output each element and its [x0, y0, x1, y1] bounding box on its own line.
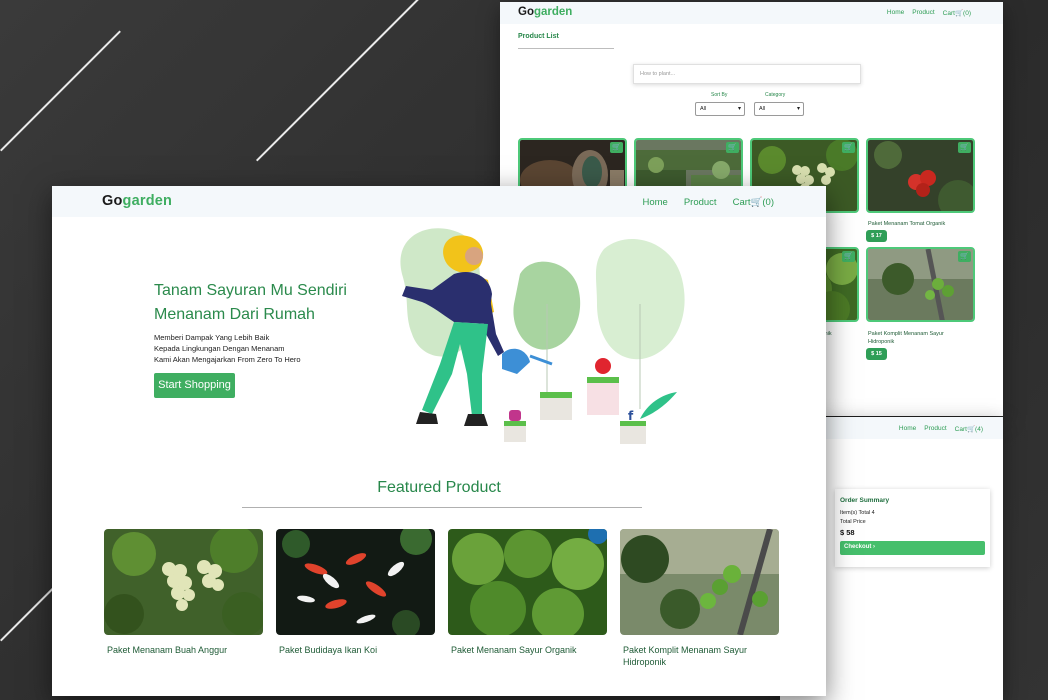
page-title: Product List: [518, 33, 559, 40]
hero-description: Kami Akan Mengajarkan From Zero To Hero: [154, 355, 301, 364]
total-price-label: Total Price: [840, 519, 866, 525]
add-to-cart-icon[interactable]: 🛒: [958, 251, 971, 262]
hero-title-line2: Menanam Dari Rumah: [154, 306, 315, 323]
nav-product-link[interactable]: Product: [912, 9, 934, 17]
add-to-cart-icon[interactable]: 🛒: [726, 142, 739, 153]
decor-stripe: [0, 30, 121, 152]
category-label: Category: [765, 92, 786, 98]
featured-product-card[interactable]: [448, 529, 607, 635]
decor-stripe: [0, 587, 54, 642]
featured-product-name: Paket Menanam Buah Anggur: [107, 645, 228, 655]
hero-description: Kepada Lingkungan Dengan Menanam: [154, 344, 285, 353]
product-image: [276, 529, 435, 635]
nav-cart-link[interactable]: Cart🛒(0): [733, 197, 774, 208]
product-image: [104, 529, 263, 635]
product-image: [448, 529, 607, 635]
featured-product-card[interactable]: [620, 529, 779, 635]
sort-by-select[interactable]: All: [695, 102, 745, 116]
brand-logo[interactable]: Gogarden: [518, 6, 572, 18]
product-image: [620, 529, 779, 635]
navbar: Gogarden Home Product Cart🛒(0): [52, 186, 826, 217]
featured-divider: [242, 507, 642, 508]
navbar: Gogarden Home Product Cart🛒(0): [500, 2, 1003, 24]
product-price: $ 15: [866, 348, 887, 360]
nav-home-link[interactable]: Home: [642, 197, 667, 208]
landing-window: Gogarden Home Product Cart🛒(0) Tanam Say…: [52, 186, 826, 696]
featured-product-name: Paket Komplit Menanam Sayur Hidroponik: [623, 645, 748, 667]
featured-title: Featured Product: [377, 479, 501, 496]
cart-icon: 🛒: [966, 426, 976, 433]
product-card[interactable]: 🛒: [866, 138, 975, 213]
product-name: Paket Komplit Menanam Sayur Hidroponik: [868, 331, 944, 345]
nav-home-link[interactable]: Home: [899, 425, 916, 433]
start-shopping-button[interactable]: Start Shopping: [154, 373, 235, 398]
nav-home-link[interactable]: Home: [887, 9, 904, 17]
nav-product-link[interactable]: Product: [924, 425, 946, 433]
items-total: Item(s) Total 4: [840, 510, 875, 516]
featured-product-card[interactable]: [276, 529, 435, 635]
nav-product-link[interactable]: Product: [684, 197, 717, 208]
product-name: Paket Menanam Tomat Organik: [868, 221, 946, 227]
decor-stripe: [256, 0, 421, 162]
featured-product-name: Paket Budidaya Ikan Koi: [279, 645, 378, 655]
checkout-button[interactable]: Checkout ›: [840, 541, 985, 555]
cart-icon: 🛒: [954, 10, 964, 17]
title-divider: [518, 48, 614, 49]
add-to-cart-icon[interactable]: 🛒: [610, 142, 623, 153]
total-price: $ 58: [840, 528, 855, 537]
svg-text:f: f: [628, 409, 634, 423]
add-to-cart-icon[interactable]: 🛒: [842, 142, 855, 153]
brand-logo[interactable]: Gogarden: [102, 193, 172, 209]
add-to-cart-icon[interactable]: 🛒: [842, 251, 855, 262]
search-input[interactable]: How to plant...: [633, 64, 861, 84]
cart-icon: 🛒: [750, 197, 763, 208]
hero-description: Memberi Dampak Yang Lebih Baik: [154, 333, 270, 342]
hero-title-line1: Tanam Sayuran Mu Sendiri: [154, 282, 347, 299]
nav-cart-link[interactable]: Cart🛒(0): [943, 9, 971, 17]
sort-by-label: Sort By: [711, 92, 728, 98]
featured-product-card[interactable]: [104, 529, 263, 635]
gardener-illustration: f: [400, 228, 685, 444]
nav-cart-link[interactable]: Cart🛒(4): [955, 425, 983, 433]
featured-product-name: Paket Menanam Sayur Organik: [451, 645, 577, 655]
product-price: $ 17: [866, 230, 887, 242]
category-select[interactable]: All: [754, 102, 804, 116]
order-summary-title: Order Summary: [840, 497, 890, 504]
product-card[interactable]: 🛒: [866, 247, 975, 322]
order-summary: Order Summary Item(s) Total 4 Total Pric…: [835, 489, 990, 567]
add-to-cart-icon[interactable]: 🛒: [958, 142, 971, 153]
